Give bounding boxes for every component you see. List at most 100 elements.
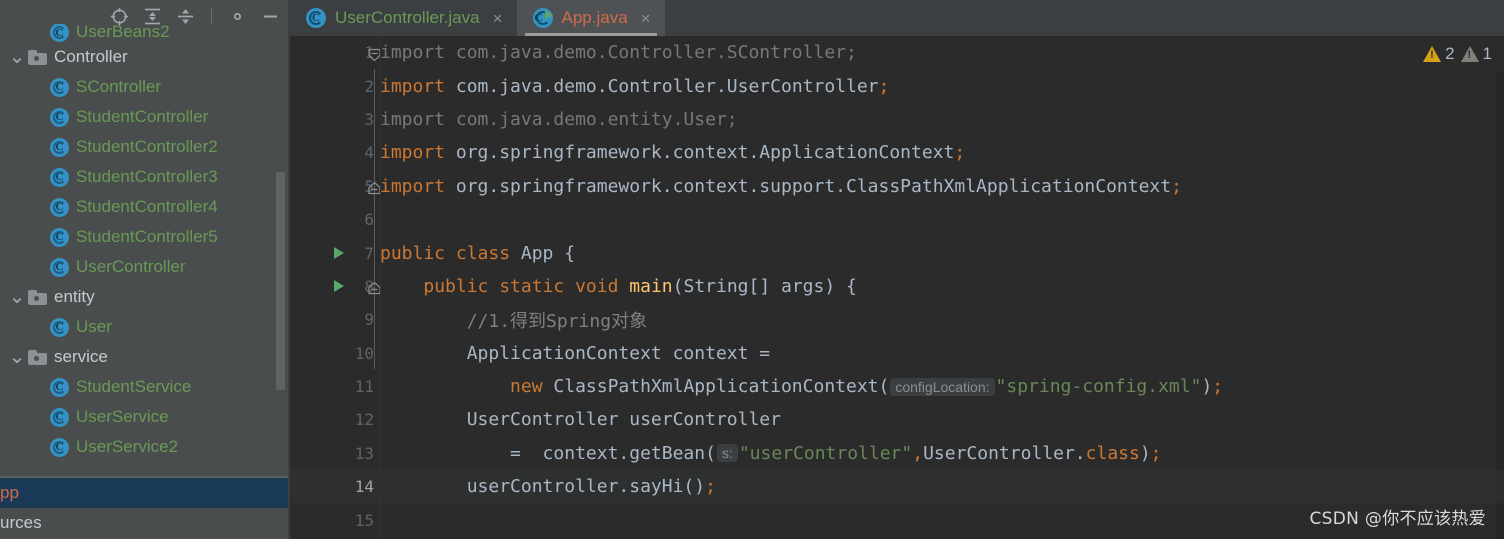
sidebar-scrollbar-thumb[interactable] — [276, 172, 285, 390]
code-token: import — [380, 75, 446, 97]
tree-item-studentcontroller3[interactable]: C StudentController3 — [0, 162, 290, 192]
parameter-hint: configLocation: — [890, 377, 995, 396]
code-editor[interactable]: 1 2 3 4 5 6 7 8 9 10 11 12 13 14 15 import com.java.de… — [290, 36, 1504, 539]
gutter-line-10[interactable]: 10 — [290, 337, 380, 370]
tree-item-studentservice[interactable]: C StudentService — [0, 372, 290, 402]
tree-item-controller[interactable]: ⌄ Controller — [0, 42, 290, 72]
java-class-icon: C — [306, 8, 326, 28]
hide-panel-icon[interactable] — [261, 7, 280, 26]
close-icon[interactable]: × — [641, 10, 651, 27]
tree-item-studentcontroller2[interactable]: C StudentController2 — [0, 132, 290, 162]
project-tree[interactable]: C UserBeans2 ⌄ Controller C SController C Stude… — [0, 24, 290, 539]
tree-item-entity[interactable]: ⌄ entity — [0, 282, 290, 312]
code-line-8[interactable]: public static void main (String[] args) { — [290, 270, 1504, 303]
tree-item-usercontroller[interactable]: C UserController — [0, 252, 290, 282]
gutter-line-11[interactable]: 11 — [290, 370, 380, 403]
tree-item-studentcontroller4[interactable]: C StudentController4 — [0, 192, 290, 222]
tree-item-user[interactable]: C User — [0, 312, 290, 342]
code-token: "userController" — [738, 442, 913, 464]
tree-item-studentcontroller[interactable]: C StudentController — [0, 102, 290, 132]
code-line-5[interactable]: import org.springframework.context.suppo… — [290, 170, 1504, 203]
code-token: ; — [1212, 376, 1224, 398]
inspection-warning[interactable]: 2 — [1423, 44, 1455, 64]
expand-all-icon[interactable] — [143, 7, 162, 26]
inspection-count: 1 — [1482, 44, 1492, 63]
code-line-6[interactable] — [290, 203, 1504, 236]
gutter-line-6[interactable]: 6 — [290, 203, 380, 236]
code-token: class — [1085, 442, 1140, 464]
code-line-2[interactable]: import com.java.demo.Controller.UserCont… — [290, 69, 1504, 102]
code-line-10[interactable]: ApplicationContext context = — [290, 337, 1504, 370]
gutter-line-7[interactable]: 7 — [290, 236, 380, 269]
code-token: import com.java.demo.entity.User; — [380, 108, 738, 130]
code-line-11[interactable]: new ClassPathXmlApplicationContext(confi… — [290, 370, 1504, 403]
editor-tab-app-java[interactable]: C App.java × — [516, 0, 665, 36]
code-token: ) — [1139, 442, 1151, 464]
code-line-12[interactable]: UserController userController — [290, 403, 1504, 436]
java-class-icon: C — [50, 167, 69, 187]
code-line-13[interactable]: = context.getBean(s: "userController", Use… — [290, 437, 1504, 470]
code-token: new — [510, 376, 543, 398]
gutter-line-5[interactable]: 5 — [290, 170, 381, 203]
code-token: org.springframework.context.ApplicationC… — [445, 142, 955, 164]
code-line-1[interactable]: import com.java.demo.Controller.SControl… — [290, 36, 1504, 69]
code-token: ) — [1201, 376, 1213, 398]
editor-tab-usercontroller-java[interactable]: C UserController.java × — [290, 0, 517, 36]
code-line-4[interactable]: import org.springframework.context.Appli… — [290, 136, 1504, 169]
code-line-14[interactable]: userController.sayHi(); — [290, 470, 1504, 504]
editor-pane: C UserController.java × C App.java × 12345678… — [290, 0, 1504, 539]
code-token: UserController. — [923, 442, 1086, 464]
gutter-line-15[interactable]: 15 — [290, 503, 380, 536]
code-token: import — [380, 175, 446, 197]
tree-row-app[interactable]: pp — [0, 478, 290, 508]
select-opened-file-icon[interactable] — [110, 7, 129, 26]
gutter-line-8[interactable]: 8 — [290, 270, 381, 303]
code-line-7[interactable]: public class App { — [290, 236, 1504, 269]
collapse-all-icon[interactable] — [176, 7, 195, 26]
gutter-line-1[interactable]: 1 — [290, 36, 381, 69]
inspection-weak-warning[interactable]: 1 — [1460, 44, 1492, 64]
inspection-status[interactable]: 21 — [1423, 44, 1492, 64]
code-content[interactable]: import com.java.demo.Controller.SControl… — [290, 36, 1504, 539]
tree-row-resources-label: urces — [0, 513, 42, 532]
gutter-line-14[interactable]: 14 — [290, 470, 380, 503]
tree-row-resources[interactable]: urces — [0, 508, 290, 538]
code-line-9[interactable]: //1.得到Spring对象 — [290, 303, 1504, 336]
tree-item-service[interactable]: ⌄ service — [0, 342, 290, 372]
code-token: public static void — [423, 275, 619, 297]
code-token: ; — [1150, 442, 1162, 464]
gutter-line-9[interactable]: 9 — [290, 303, 380, 336]
code-line-3[interactable]: import com.java.demo.entity.User; — [290, 103, 1504, 136]
gutter-line-2[interactable]: 2 — [290, 69, 380, 102]
run-gutter-icon[interactable] — [334, 247, 344, 260]
code-token: //1.得到Spring对象 — [380, 310, 648, 332]
tree-item-label: StudentController2 — [76, 137, 218, 156]
close-icon[interactable]: × — [493, 10, 503, 27]
folder-icon — [28, 349, 47, 365]
tree-item-studentcontroller5[interactable]: C StudentController5 — [0, 222, 290, 252]
tree-item-userservice2[interactable]: C UserService2 — [0, 432, 290, 462]
java-class-icon: C — [50, 197, 69, 217]
gutter-line-4[interactable]: 4 — [290, 136, 380, 169]
editor-tab-bar[interactable]: C UserController.java × C App.java × — [290, 0, 1504, 36]
code-token: import — [380, 142, 446, 164]
run-gutter-icon[interactable] — [334, 280, 344, 293]
code-token: ; — [878, 75, 890, 97]
gutter-line-12[interactable]: 12 — [290, 403, 380, 436]
settings-gear-icon[interactable] — [228, 7, 247, 26]
editor-tab-label: App.java — [561, 8, 628, 27]
code-token: userController.sayHi() — [380, 476, 706, 498]
code-token: ClassPathXmlApplicationContext( — [542, 376, 890, 398]
sidebar-scrollbar[interactable] — [276, 32, 285, 467]
tree-item-scontroller[interactable]: C SController — [0, 72, 290, 102]
tree-item-userbeans2[interactable]: C UserBeans2 — [0, 24, 290, 42]
editor-gutter[interactable]: 1 2 3 4 5 6 7 8 9 10 11 12 13 14 15 — [290, 36, 381, 539]
tree-item-userservice[interactable]: C UserService — [0, 402, 290, 432]
java-class-icon: C — [50, 407, 69, 427]
gutter-line-13[interactable]: 13 — [290, 437, 380, 470]
gutter-line-3[interactable]: 3 — [290, 103, 380, 136]
tree-item-label: User — [76, 317, 112, 336]
code-token: main — [629, 275, 673, 297]
